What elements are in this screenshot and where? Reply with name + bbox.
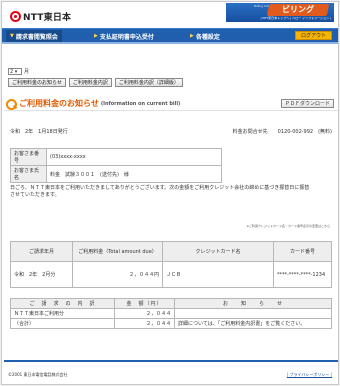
nav-divider xyxy=(2,42,338,44)
month-select-value: 2 xyxy=(10,69,14,75)
column-header: 金 額（円） xyxy=(114,298,175,309)
month-suffix: 月 xyxy=(24,69,30,75)
chevron-down-icon: ▼ xyxy=(10,33,14,39)
customer-number: (03)xxxx-xxxx xyxy=(46,148,222,166)
table-row: 令和 2年 2月分 ２，０４４円 ＪＣＢ ****-****-****-1234 xyxy=(10,261,332,288)
billing-table: ご請求年月 ご利用料金（Total amount due） クレジットカード名 … xyxy=(10,241,332,288)
detail-table: ご 請 求 の 内 訳 金 額（円） お 知 ら せ ＮＴＴ東日本ご利用分 ２，… xyxy=(10,298,332,329)
page-title-bar: ご利用料金のお知らせ (Information on current bill)… xyxy=(4,97,338,111)
card-change-link[interactable]: ※ご利用クレジットカード名・カード番号表示の変更はこちら xyxy=(222,224,330,228)
issue-info: 令和 2年 1月18日発行 料金お問合せ先 0120-002-992 (無料) xyxy=(10,128,332,135)
logo-text: NTT東日本 xyxy=(23,13,72,23)
magnifier-icon xyxy=(6,98,17,110)
notice-text: 日ごろ、ＮＴＴ東日本をご利用いただきましてありがとうございます。次の金額をご利用… xyxy=(10,185,310,198)
chevron-right-icon: ▶ xyxy=(190,33,194,39)
logout-button[interactable]: ログアウト xyxy=(294,31,332,40)
tab-label: 各種設定 xyxy=(195,33,220,41)
column-header: カード番号 xyxy=(273,241,332,262)
table-row: お客さま氏名 料金 試験３００１ (送付先) 様 xyxy=(10,165,222,183)
customer-number-label: お客さま番号 xyxy=(10,148,47,166)
footer-divider xyxy=(4,360,338,362)
page-frame: NTT東日本 Billing Information Service ビリング … xyxy=(1,1,339,385)
ntt-logo-icon xyxy=(10,11,21,22)
brand-name: ビリング xyxy=(282,5,314,14)
page-title: ご利用料金のお知らせ xyxy=(19,99,99,108)
tab-label: 支払証明書申込受付 xyxy=(99,33,154,41)
detail-note: 詳細については、「ご利用料金内訳書」をご覧ください。 xyxy=(174,318,332,329)
table-header-row: ご 請 求 の 内 訳 金 額（円） お 知 ら せ xyxy=(10,298,332,309)
customer-table: お客さま番号 (03)xxxx-xxxx お客さま氏名 料金 試験３００１ (送… xyxy=(10,148,222,183)
pdf-download-button[interactable]: ＰＤＦダウンロード xyxy=(280,99,334,108)
contact-info: 料金お問合せ先 0120-002-992 (無料) xyxy=(232,129,332,135)
page-title-en: (Information on current bill) xyxy=(100,100,181,107)
bill-breakdown-detail-button[interactable]: ご利用料金内訳（詳細版） xyxy=(114,78,183,87)
ntt-logo[interactable]: NTT東日本 xyxy=(10,10,71,23)
month-select[interactable]: 2 ▾ xyxy=(8,68,22,75)
column-header: クレジットカード名 xyxy=(162,241,274,262)
brand-banner: Billing Information Service ビリング | NTT東日… xyxy=(226,3,334,22)
table-row: （合計） ２，０４４ 詳細については、「ご利用料金内訳書」をご覧ください。 xyxy=(10,318,332,329)
billing-logo: ビリング xyxy=(266,4,330,16)
table-row: お客さま番号 (03)xxxx-xxxx xyxy=(10,148,222,166)
column-header: ご利用料金（Total amount due） xyxy=(72,241,163,262)
customer-name-label: お客さま氏名 xyxy=(10,165,47,183)
copyright: ©2001 東日本電信電話株式会社 xyxy=(8,372,68,377)
brand-links[interactable]: | NTT東日本トップへ | ハロー インフォメーション | xyxy=(260,16,331,20)
detail-item: （合計） xyxy=(10,318,115,329)
header: NTT東日本 Billing Information Service ビリング … xyxy=(2,2,338,28)
tab-label: 請求書閲覧照会 xyxy=(15,33,58,41)
card-number: ****-****-****-1234 xyxy=(273,261,332,288)
chevron-right-icon: ▶ xyxy=(94,33,98,39)
tab-invoice-view[interactable]: ▼ 請求書閲覧照会 xyxy=(6,30,62,42)
detail-amount: ２，０４４ xyxy=(114,308,175,319)
tab-settings[interactable]: ▶ 各種設定 xyxy=(186,30,224,42)
column-header: お 知 ら せ xyxy=(174,298,332,309)
table-header-row: ご請求年月 ご利用料金（Total amount due） クレジットカード名 … xyxy=(10,241,332,262)
column-header: ご請求年月 xyxy=(10,241,73,262)
detail-item: ＮＴＴ東日本ご利用分 xyxy=(10,308,115,319)
main-nav: ▼ 請求書閲覧照会 ▶ 支払証明書申込受付 ▶ 各種設定 ログアウト xyxy=(2,28,338,42)
detail-note xyxy=(174,308,332,319)
issue-date: 令和 2年 1月18日発行 xyxy=(10,129,68,135)
column-header: ご 請 求 の 内 訳 xyxy=(10,298,115,309)
billing-amount: ２，０４４円 xyxy=(72,261,163,288)
bill-breakdown-button[interactable]: ご利用料金内訳 xyxy=(68,78,112,87)
tab-payment-certificate[interactable]: ▶ 支払証明書申込受付 xyxy=(90,30,158,42)
detail-amount: ２，０４４ xyxy=(114,318,175,329)
billing-month: 令和 2年 2月分 xyxy=(10,261,73,288)
bill-notice-button[interactable]: ご利用料金のお知らせ xyxy=(8,78,66,87)
table-row: ＮＴＴ東日本ご利用分 ２，０４４ xyxy=(10,308,332,319)
controls: 2 ▾ 月 ご利用料金のお知らせ ご利用料金内訳 ご利用料金内訳（詳細版） xyxy=(8,68,183,87)
card-name: ＪＣＢ xyxy=(162,261,274,288)
privacy-policy-link[interactable]: | プライバシーポリシー | xyxy=(287,372,332,378)
customer-name: 料金 試験３００１ (送付先) 様 xyxy=(46,165,222,183)
